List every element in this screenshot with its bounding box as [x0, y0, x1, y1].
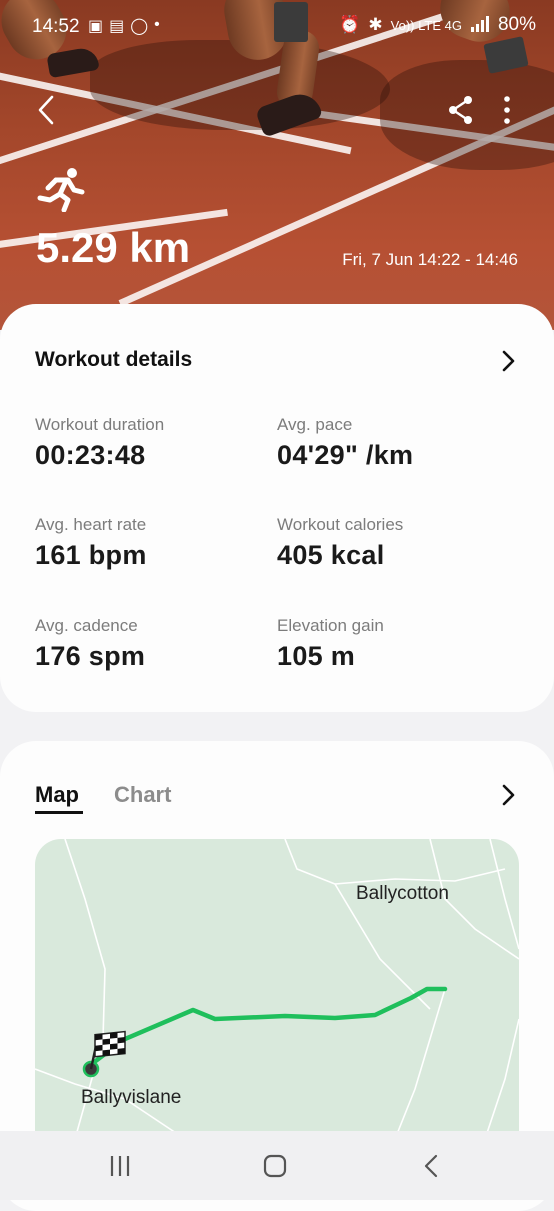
route-map[interactable]: Ballycotton Ballyvislane	[35, 839, 519, 1139]
active-tab-indicator	[35, 811, 83, 814]
metric-label-calories: Workout calories	[277, 515, 404, 534]
metric-label-duration: Workout duration	[35, 415, 165, 434]
status-bar: 14:52 ▣ ▤ ◯ • ⏰ ✱ Vo)) LTE 4G 80%	[0, 0, 554, 54]
status-right: ⏰ ✱ Vo)) LTE 4G 80%	[339, 14, 536, 36]
status-time: 14:52	[32, 16, 80, 37]
workout-details-button[interactable]	[500, 349, 518, 373]
chevron-right-icon	[502, 784, 515, 806]
map-place-label: Ballycotton	[356, 883, 449, 904]
alarm-icon: ⏰	[339, 15, 361, 34]
metric-value-pace: 04'29" /km	[277, 440, 414, 470]
route-path	[90, 986, 448, 1066]
bluetooth-icon: ✱	[368, 15, 383, 34]
metric-label-elevation: Elevation gain	[277, 616, 384, 635]
workout-distance: 5.29 km	[36, 224, 191, 271]
share-icon	[449, 96, 472, 124]
system-back-button[interactable]	[414, 1151, 454, 1181]
running-icon	[36, 166, 86, 213]
back-arrow-icon	[38, 95, 54, 125]
metric-value-calories: 405 kcal	[277, 540, 385, 570]
map-expand-button[interactable]	[500, 783, 518, 807]
battery-level: 80%	[497, 14, 536, 35]
metric-value-elevation: 105 m	[277, 641, 356, 671]
metric-label-cadence: Avg. cadence	[35, 616, 138, 635]
network-indicator: Vo)) LTE 4G	[390, 17, 462, 33]
home-icon	[263, 1154, 287, 1178]
tab-chart[interactable]: Chart	[114, 782, 171, 808]
back-chevron-icon	[424, 1154, 438, 1178]
notification-icons: ▣ ▤ ◯ •	[88, 16, 160, 36]
recent-apps-icon	[110, 1156, 130, 1176]
more-vertical-icon	[504, 96, 510, 124]
back-button[interactable]	[32, 92, 62, 128]
whatsapp-icon: ◯	[130, 18, 149, 35]
chevron-right-icon	[502, 350, 515, 372]
system-navigation-bar	[0, 1131, 554, 1200]
metric-label-pace: Avg. pace	[277, 415, 353, 434]
signal-icon	[470, 15, 490, 35]
home-button[interactable]	[255, 1151, 295, 1181]
recent-apps-button[interactable]	[104, 1151, 144, 1181]
workout-details-card: Workout details Workout duration 00:23:4…	[0, 304, 554, 712]
tab-map[interactable]: Map	[35, 782, 79, 808]
workout-date-range: Fri, 7 Jun 14:22 - 14:46	[342, 250, 518, 269]
image-icon: ▤	[109, 18, 125, 35]
gallery-icon: ▣	[88, 18, 104, 35]
share-button[interactable]	[446, 94, 476, 126]
metric-value-heart-rate: 161 bpm	[35, 540, 147, 570]
metric-value-duration: 00:23:48	[35, 440, 146, 470]
metric-label-heart-rate: Avg. heart rate	[35, 515, 147, 534]
dot-icon: •	[154, 16, 160, 33]
metric-value-cadence: 176 spm	[35, 641, 146, 671]
workout-details-title: Workout details	[35, 348, 193, 371]
map-place-label: Ballyvislane	[81, 1087, 182, 1108]
more-options-button[interactable]	[494, 94, 520, 126]
